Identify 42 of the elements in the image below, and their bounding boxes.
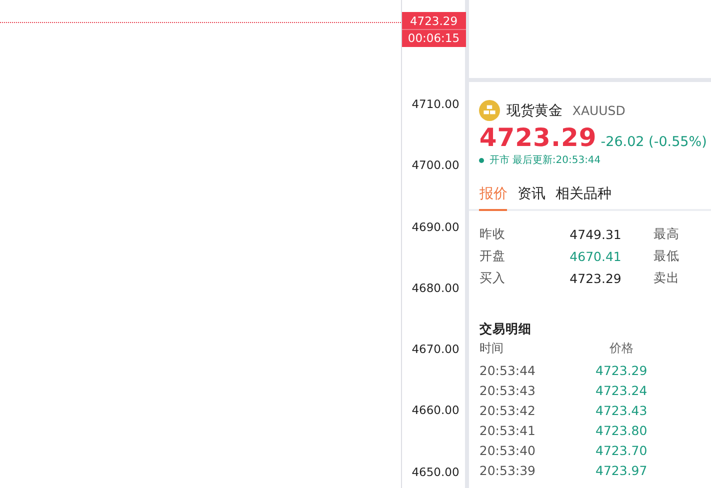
trade-price: 4723.70 xyxy=(594,442,648,458)
stat-label: 昨收 xyxy=(479,226,506,242)
stat-label: 最低 xyxy=(653,248,680,264)
tab[interactable]: 资讯 xyxy=(517,181,546,211)
column-header: 时间 xyxy=(479,340,504,356)
last-update: 最后更新:20:53:44 xyxy=(512,154,601,167)
stat-label: 最高 xyxy=(653,226,680,242)
ingot-coin-icon xyxy=(479,100,500,121)
price-change: -26.02 (-0.55%) xyxy=(600,134,707,150)
instrument-symbol: XAUUSD xyxy=(572,103,626,118)
trade-price: 4723.43 xyxy=(594,402,648,418)
stat-value: 4670.41 xyxy=(568,248,622,264)
axis-label: 4660.00 xyxy=(410,402,460,420)
column-header: 价格 xyxy=(608,340,634,356)
trade-price: 4723.29 xyxy=(594,362,648,378)
axis-label: 4700.00 xyxy=(410,157,460,174)
trade-time: 20:53:40 xyxy=(479,442,537,458)
axis-label: 4710.00 xyxy=(410,96,460,113)
trade-time: 20:53:41 xyxy=(479,422,537,438)
trade-time: 20:53:42 xyxy=(479,402,537,418)
stat-value: 4749.31 xyxy=(568,226,622,242)
tab[interactable]: 相关品种 xyxy=(555,181,612,211)
trade-time: 20:53:43 xyxy=(479,382,537,398)
axis-label: 4690.00 xyxy=(410,218,460,236)
axis-label: 4680.00 xyxy=(410,280,460,297)
stat-label: 开盘 xyxy=(479,248,506,264)
stat-value: 4723.29 xyxy=(568,270,622,286)
price-tag: 4723.29 00:06:15 xyxy=(402,12,466,47)
stat-label: 卖出 xyxy=(653,270,680,286)
trade-price: 4723.97 xyxy=(594,462,648,478)
status-dot xyxy=(479,158,484,162)
trade-price: 4723.24 xyxy=(594,382,648,398)
stat-label: 买入 xyxy=(479,270,506,286)
axis-label: 4670.00 xyxy=(410,341,460,358)
current-price: 4723.29 xyxy=(479,123,597,152)
market-status: 开市 xyxy=(489,154,510,167)
trade-time: 20:53:39 xyxy=(479,462,537,478)
trade-price: 4723.80 xyxy=(594,422,648,438)
trade-time: 20:53:44 xyxy=(479,362,537,378)
axis-label: 4650.00 xyxy=(410,464,460,481)
instrument-name: 现货黄金 xyxy=(506,102,562,120)
section-title: 交易明细 xyxy=(479,321,532,338)
